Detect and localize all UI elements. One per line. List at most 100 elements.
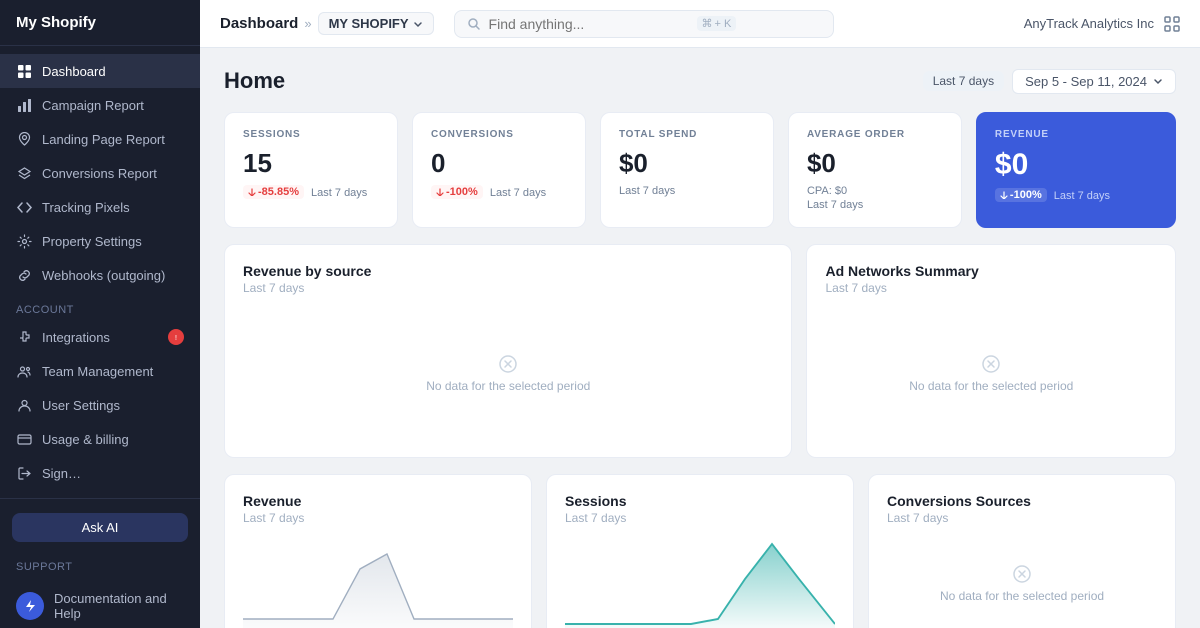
- search-input-wrapper[interactable]: ⌘ + K: [454, 10, 834, 38]
- ad-networks-summary-card: Ad Networks Summary Last 7 days No data …: [806, 244, 1176, 458]
- sidebar-item-integrations[interactable]: Integrations !: [0, 320, 200, 354]
- chart-title: Sessions: [565, 493, 835, 509]
- date-label[interactable]: Last 7 days: [923, 71, 1004, 91]
- chart-title: Ad Networks Summary: [825, 263, 1157, 279]
- sidebar-nav: Dashboard Campaign Report Landing Page R…: [0, 46, 200, 498]
- sidebar-item-team-management[interactable]: Team Management: [0, 354, 200, 388]
- sidebar-item-dashboard[interactable]: Dashboard: [0, 54, 200, 88]
- expand-icon[interactable]: [1164, 16, 1180, 32]
- search-input[interactable]: [489, 16, 689, 32]
- sidebar-item-docs[interactable]: Documentation and Help: [0, 582, 200, 628]
- property-selector[interactable]: MY SHOPIFY: [318, 12, 434, 35]
- metric-sub: -100% Last 7 days: [995, 188, 1157, 202]
- sidebar-item-label: Usage & billing: [42, 432, 129, 447]
- sidebar-item-signout[interactable]: Sign…: [0, 456, 200, 490]
- account-section-label: Account: [0, 292, 200, 320]
- sidebar-item-label: Sign…: [42, 466, 81, 481]
- sidebar-item-landing-page-report[interactable]: Landing Page Report: [0, 122, 200, 156]
- sidebar-item-usage-billing[interactable]: Usage & billing: [0, 422, 200, 456]
- chart-title: Revenue by source: [243, 263, 773, 279]
- charts-row: Revenue by source Last 7 days No data fo…: [224, 244, 1176, 458]
- arrow-down-icon: [436, 188, 444, 196]
- sidebar-item-property-settings[interactable]: Property Settings: [0, 224, 200, 258]
- breadcrumb-home[interactable]: Dashboard: [220, 15, 298, 32]
- metrics-row: SESSIONS 15 -85.85% Last 7 days CONVERSI…: [224, 112, 1176, 228]
- topbar-right: AnyTrack Analytics Inc: [1024, 16, 1180, 32]
- sidebar-item-label: Conversions Report: [42, 166, 157, 181]
- metric-card-average-order: AVERAGE ORDER $0 CPA: $0 Last 7 days: [788, 112, 962, 228]
- sessions-chart-svg: [565, 539, 835, 628]
- breadcrumb: Dashboard » MY SHOPIFY: [220, 12, 434, 35]
- sidebar-item-label: Landing Page Report: [42, 132, 165, 147]
- arrow-down-icon: [1000, 191, 1008, 199]
- support-label: Support: [16, 557, 72, 573]
- search-shortcut: ⌘ + K: [697, 16, 737, 31]
- ask-ai-button[interactable]: Ask AI: [12, 513, 188, 542]
- chart-title: Revenue: [243, 493, 513, 509]
- chart-subtitle: Last 7 days: [243, 281, 773, 295]
- metric-cpa: CPA: $0: [807, 185, 943, 197]
- chart-empty-state: No data for the selected period: [887, 539, 1157, 628]
- date-range-picker[interactable]: Sep 5 - Sep 11, 2024: [1012, 69, 1176, 94]
- sidebar-item-label: Integrations: [42, 330, 110, 345]
- sidebar-item-label: Property Settings: [42, 234, 142, 249]
- sessions-mini-chart: [565, 539, 835, 628]
- content-header: Home Last 7 days Sep 5 - Sep 11, 2024: [224, 68, 1176, 94]
- sidebar-brand: My Shopify: [0, 0, 200, 46]
- sidebar-item-label: User Settings: [42, 398, 120, 413]
- metric-label: CONVERSIONS: [431, 129, 567, 140]
- metric-value: 15: [243, 148, 379, 179]
- integrations-badge: !: [168, 329, 184, 345]
- sidebar-item-conversions-report[interactable]: Conversions Report: [0, 156, 200, 190]
- sessions-chart-card: Sessions Last 7 days: [546, 474, 854, 628]
- sidebar-item-label: Dashboard: [42, 64, 106, 79]
- empty-text: No data for the selected period: [426, 379, 590, 393]
- metric-label: SESSIONS: [243, 129, 379, 140]
- page-title: Home: [224, 68, 285, 94]
- chevron-down-icon: [413, 19, 423, 29]
- metric-value: $0: [807, 148, 943, 179]
- revenue-chart-card: Revenue Last 7 days: [224, 474, 532, 628]
- metric-value: $0: [995, 148, 1157, 182]
- sidebar-item-campaign-report[interactable]: Campaign Report: [0, 88, 200, 122]
- topbar: Dashboard » MY SHOPIFY ⌘ + K AnyTrack An…: [200, 0, 1200, 48]
- sidebar: My Shopify Dashboard Campaign Report Lan…: [0, 0, 200, 628]
- sidebar-item-tracking-pixels[interactable]: Tracking Pixels: [0, 190, 200, 224]
- metric-sub: -85.85% Last 7 days: [243, 185, 379, 199]
- search-bar: ⌘ + K: [454, 10, 834, 38]
- no-data-icon: [499, 355, 517, 373]
- bar-chart-icon: [16, 97, 32, 113]
- no-data-icon: [1013, 565, 1031, 583]
- map-pin-icon: [16, 131, 32, 147]
- empty-text: No data for the selected period: [909, 379, 1073, 393]
- property-name: MY SHOPIFY: [329, 16, 409, 31]
- chart-subtitle: Last 7 days: [887, 511, 1157, 525]
- chart-subtitle: Last 7 days: [243, 511, 513, 525]
- search-icon: [467, 17, 481, 31]
- chart-subtitle: Last 7 days: [565, 511, 835, 525]
- users-icon: [16, 363, 32, 379]
- chart-subtitle: Last 7 days: [825, 281, 1157, 295]
- chart-empty-state: No data for the selected period: [825, 309, 1157, 439]
- metric-sub: Last 7 days: [807, 199, 943, 211]
- metric-label: TOTAL SPEND: [619, 129, 755, 140]
- credit-card-icon: [16, 431, 32, 447]
- metric-value: 0: [431, 148, 567, 179]
- date-range-text: Sep 5 - Sep 11, 2024: [1025, 74, 1147, 89]
- no-data-icon: [982, 355, 1000, 373]
- date-filter: Last 7 days Sep 5 - Sep 11, 2024: [923, 69, 1176, 94]
- main-content: Dashboard » MY SHOPIFY ⌘ + K AnyTrack An…: [200, 0, 1200, 628]
- metric-change: -85.85%: [243, 185, 304, 199]
- conversions-sources-card: Conversions Sources Last 7 days No data …: [868, 474, 1176, 628]
- docs-label: Documentation and Help: [54, 591, 184, 621]
- settings-icon: [16, 233, 32, 249]
- metric-card-sessions: SESSIONS 15 -85.85% Last 7 days: [224, 112, 398, 228]
- link-icon: [16, 267, 32, 283]
- svg-text:!: !: [175, 335, 177, 342]
- sidebar-item-webhooks[interactable]: Webhooks (outgoing): [0, 258, 200, 292]
- bottom-row: Revenue Last 7 days: [224, 474, 1176, 628]
- sidebar-item-label: Webhooks (outgoing): [42, 268, 165, 283]
- sidebar-item-user-settings[interactable]: User Settings: [0, 388, 200, 422]
- chart-title: Conversions Sources: [887, 493, 1157, 509]
- revenue-mini-chart: [243, 539, 513, 628]
